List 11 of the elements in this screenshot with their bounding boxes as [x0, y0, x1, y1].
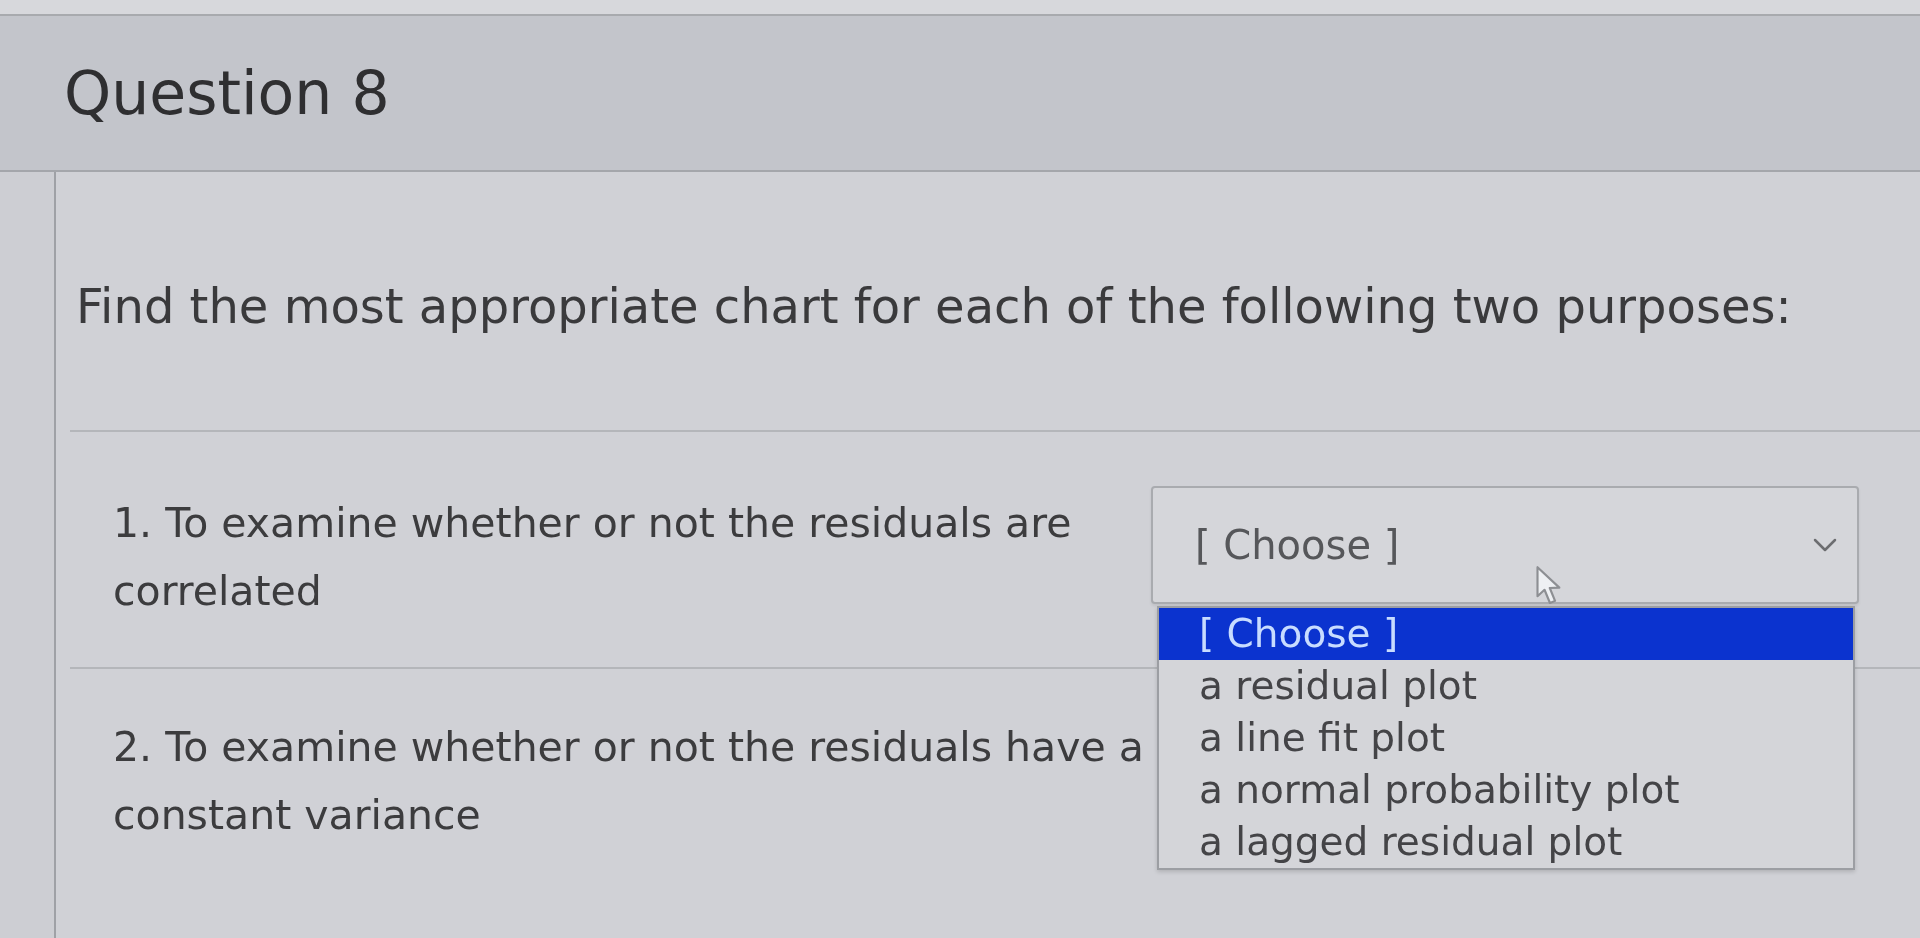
question-title: Question 8: [64, 57, 390, 129]
dropdown-option[interactable]: a lagged residual plot: [1159, 816, 1853, 868]
answer-select[interactable]: [ Choose ]: [1151, 486, 1859, 604]
dropdown-option[interactable]: a line fit plot: [1159, 712, 1853, 764]
match-prompt: 2. To examine whether or not the residuals have a constant variance: [113, 722, 1145, 841]
chevron-down-icon: [1813, 538, 1837, 552]
dropdown-option[interactable]: a normal probability plot: [1159, 764, 1853, 816]
dropdown-option[interactable]: a residual plot: [1159, 660, 1853, 712]
match-prompt: 1. To examine whether or not the residuals are correlated: [113, 498, 1073, 617]
question-prompt: Find the most appropriate chart for each of the following two purposes:: [76, 278, 1793, 334]
dropdown-option[interactable]: [ Choose ]: [1159, 608, 1853, 660]
